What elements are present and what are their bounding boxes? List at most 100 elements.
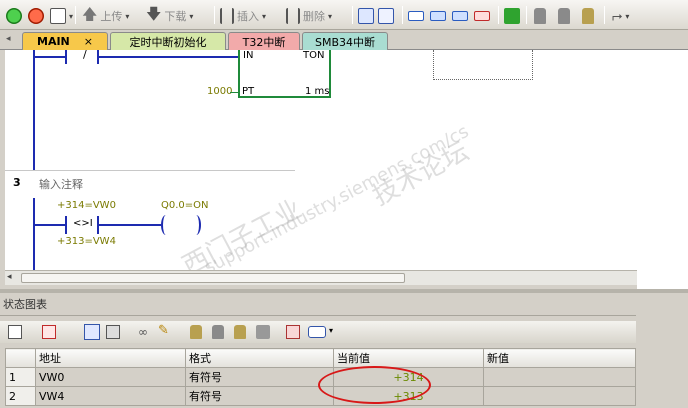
tab-close-icon[interactable]: × (84, 35, 93, 48)
row-index: 1 (5, 367, 36, 387)
compile-icon (50, 8, 66, 24)
pencil-icon[interactable]: ✎ (158, 323, 169, 338)
new-value-cell[interactable] (483, 367, 636, 387)
timer-in-label: IN (243, 50, 254, 61)
pt-wire (230, 92, 238, 93)
window-left-icon (430, 11, 446, 21)
tab-label: T32中断 (242, 35, 286, 49)
chevron-down-icon[interactable]: ▾ (329, 326, 333, 335)
insert-label: 插入 (237, 10, 259, 23)
compare-top-operand: +314=VW0 (57, 200, 116, 211)
monitor-program-button[interactable] (358, 6, 374, 26)
read-all-icon[interactable] (256, 325, 270, 339)
column-header-address[interactable]: 地址 (35, 348, 186, 368)
ladder-editor[interactable]: / IN TON 1000 PT 1 ms 3 输入注释 +314=VW0 <>… (5, 48, 637, 282)
compare-operator: <>I (73, 218, 93, 229)
format-cell[interactable]: 有符号 (185, 367, 334, 387)
status-chart-panel: 状态图表 ∞ ✎ ▾ 地址 格式 当前值 新值 1 VW0 有符号 +314 2… (0, 293, 688, 408)
lock-add-icon[interactable] (234, 325, 246, 339)
download-label: 下载 (164, 10, 187, 23)
contact-bar-left (65, 50, 67, 64)
program-tabs: ◂ MAIN × 定时中断初始化 T32中断 SMB34中断 (0, 30, 688, 50)
delete-label: 删除 (303, 10, 325, 23)
glasses-icon[interactable]: ∞ (138, 325, 148, 339)
window-icon (408, 11, 424, 21)
highlight-ellipse (318, 366, 431, 404)
program-status-icon (358, 8, 374, 24)
tab-label: SMB34中断 (314, 35, 376, 49)
window-close-icon (474, 11, 490, 21)
timer-pt-value: 1000 (207, 86, 233, 97)
column-header-new-value[interactable]: 新值 (483, 348, 636, 368)
new-value-cell[interactable] (483, 386, 636, 406)
rung-wire (99, 56, 239, 58)
coil-left-paren (161, 215, 171, 235)
rung-wire (99, 224, 161, 226)
power-rail (33, 198, 35, 270)
add-row-icon[interactable] (8, 325, 22, 339)
scroll-left-icon[interactable]: ◂ (7, 272, 12, 282)
tool-button-4[interactable] (474, 6, 490, 26)
insert-button[interactable]: 插入 ▾ (220, 6, 266, 26)
table-mode-icon[interactable] (106, 325, 120, 339)
tab-main-label: MAIN (37, 35, 70, 48)
column-header-index (5, 348, 36, 368)
horizontal-scrollbar[interactable]: ◂ (5, 270, 637, 285)
trend-icon[interactable] (286, 325, 300, 339)
format-cell[interactable]: 有符号 (185, 386, 334, 406)
delete-row-icon[interactable] (42, 325, 56, 339)
delete-icon (286, 8, 300, 24)
timer-type-label: TON (303, 50, 325, 61)
tab-smb34-interrupt[interactable]: SMB34中断 (302, 32, 388, 50)
delete-button[interactable]: 删除 ▾ (286, 6, 332, 26)
chart-status-icon (378, 8, 394, 24)
tool-button-3[interactable] (452, 6, 468, 26)
coil-operand: Q0.0=ON (161, 200, 209, 211)
address-cell[interactable]: VW4 (35, 386, 186, 406)
goto-button[interactable] (504, 6, 520, 26)
tool-button-2[interactable] (430, 6, 446, 26)
stop-icon (28, 8, 44, 24)
goto-arrow-icon (504, 8, 520, 24)
address-cell[interactable]: VW0 (35, 367, 186, 387)
tab-main[interactable]: MAIN × (22, 32, 108, 50)
timer-pt-label: PT (242, 86, 255, 97)
coil-right-paren (191, 215, 201, 235)
lock-add-icon (582, 8, 594, 24)
compile-button[interactable]: ▾ (50, 6, 73, 26)
tab-label: 定时中断初始化 (129, 35, 207, 49)
placeholder-box[interactable] (433, 50, 533, 80)
panel-title-divider (0, 315, 636, 316)
network-number: 3 (13, 176, 21, 189)
lock-button-1[interactable] (534, 6, 546, 26)
unlock-icon[interactable] (212, 325, 224, 339)
main-toolbar: ▾ 🡅 上传 ▾ 🡇 下载 ▾ 插入 ▾ 删除 ▾ ⮣ ▾ (0, 0, 688, 30)
network-button[interactable]: ⮣ ▾ (612, 6, 629, 26)
branch-icon: ⮣ (612, 8, 623, 24)
stop-button[interactable] (28, 6, 44, 26)
lock-icon[interactable] (190, 325, 202, 339)
panel-title: 状态图表 (3, 298, 47, 311)
power-rail (33, 50, 35, 170)
tab-t32-interrupt[interactable]: T32中断 (228, 32, 300, 50)
download-button[interactable]: 🡇 下载 ▾ (146, 5, 193, 26)
lock-button-3[interactable] (582, 6, 594, 26)
up-arrow-icon: 🡅 (82, 4, 98, 23)
insert-icon (220, 8, 234, 24)
upload-button[interactable]: 🡅 上传 ▾ (82, 4, 129, 26)
scroll-thumb[interactable] (21, 273, 405, 283)
nc-contact-symbol: / (83, 48, 87, 61)
monitor-mode-icon[interactable] (84, 324, 100, 340)
format-dropdown-icon[interactable] (308, 326, 326, 338)
tab-scroll-left-icon[interactable]: ◂ (6, 34, 11, 44)
tool-button-1[interactable] (408, 6, 424, 26)
monitor-chart-button[interactable] (378, 6, 394, 26)
tab-timer-interrupt-init[interactable]: 定时中断初始化 (110, 32, 226, 50)
lock-button-2[interactable] (558, 6, 570, 26)
run-button[interactable] (6, 6, 22, 26)
network-separator (5, 170, 295, 171)
column-header-current-value[interactable]: 当前值 (333, 348, 484, 368)
column-header-format[interactable]: 格式 (185, 348, 334, 368)
network-comment: 输入注释 (39, 178, 83, 191)
window-right-icon (452, 11, 468, 21)
